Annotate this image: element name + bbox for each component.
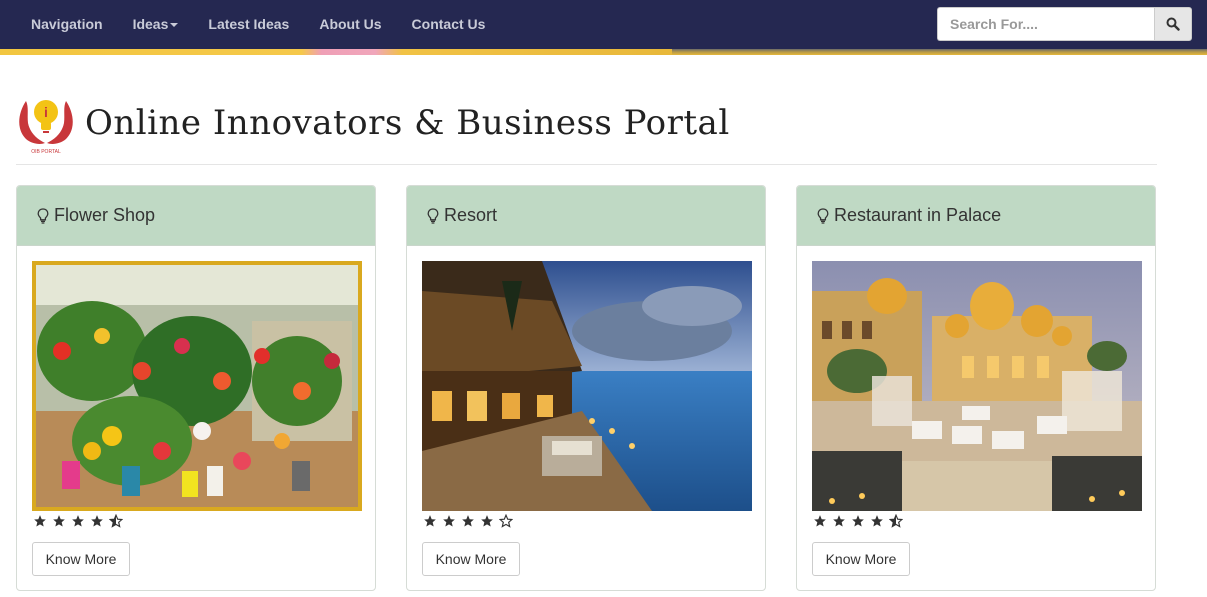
idea-card-resort: Resort Know More: [406, 185, 766, 591]
idea-card-restaurant-in-palace: Restaurant in Palace Know More: [796, 185, 1156, 591]
lightbulb-icon: [817, 207, 829, 224]
resort-image[interactable]: [422, 261, 752, 511]
star-filled-icon: [813, 512, 832, 530]
restaurant-in-palace-image[interactable]: [812, 261, 1142, 511]
banner-strip: [0, 49, 1207, 55]
star-filled-icon: [870, 512, 889, 530]
search-input[interactable]: [937, 7, 1154, 41]
star-filled-icon: [423, 512, 442, 530]
star-filled-icon: [71, 512, 90, 530]
star-filled-icon: [52, 512, 71, 530]
card-header: Resort: [407, 186, 765, 246]
star-filled-icon: [442, 512, 461, 530]
star-half-icon: [109, 512, 128, 530]
star-half-icon: [889, 512, 908, 530]
nav-menu: Navigation Ideas Latest Ideas About Us C…: [16, 0, 500, 49]
svg-text:OIB PORTAL: OIB PORTAL: [31, 149, 61, 155]
caret-down-icon: [170, 23, 179, 28]
site-logo[interactable]: i OIB PORTAL: [16, 95, 76, 157]
card-title: Restaurant in Palace: [834, 205, 1002, 225]
know-more-button[interactable]: Know More: [812, 542, 910, 576]
site-title: Online Innovators & Business Portal: [85, 103, 730, 143]
search-icon: [1166, 17, 1180, 31]
star-filled-icon: [851, 512, 870, 530]
nav-item-ideas-dropdown[interactable]: Ideas: [118, 0, 194, 49]
card-title: Resort: [444, 205, 498, 225]
nav-item-latest-ideas[interactable]: Latest Ideas: [193, 0, 304, 49]
card-header: Restaurant in Palace: [797, 186, 1155, 246]
nav-item-contact-us[interactable]: Contact Us: [397, 0, 501, 49]
star-rating: [423, 512, 518, 530]
search-form: [937, 7, 1192, 41]
star-filled-icon: [461, 512, 480, 530]
lightbulb-icon: [37, 207, 49, 224]
card-title: Flower Shop: [54, 205, 156, 225]
search-button[interactable]: [1154, 7, 1192, 41]
star-rating: [813, 512, 908, 530]
page-header: i OIB PORTAL Online Innovators & Busines…: [16, 95, 1157, 165]
star-filled-icon: [33, 512, 52, 530]
star-filled-icon: [832, 512, 851, 530]
know-more-button[interactable]: Know More: [422, 542, 520, 576]
card-header: Flower Shop: [17, 186, 375, 246]
top-navbar: Navigation Ideas Latest Ideas About Us C…: [0, 0, 1207, 49]
svg-text:i: i: [44, 104, 48, 120]
flower-shop-image[interactable]: [32, 261, 362, 511]
star-rating: [33, 512, 128, 530]
idea-card-flower-shop: Flower Shop Know More: [16, 185, 376, 591]
know-more-button[interactable]: Know More: [32, 542, 130, 576]
star-empty-icon: [499, 512, 518, 530]
star-filled-icon: [90, 512, 109, 530]
nav-item-navigation[interactable]: Navigation: [16, 0, 118, 49]
lightbulb-icon: [427, 207, 439, 224]
star-filled-icon: [480, 512, 499, 530]
nav-item-about-us[interactable]: About Us: [304, 0, 396, 49]
